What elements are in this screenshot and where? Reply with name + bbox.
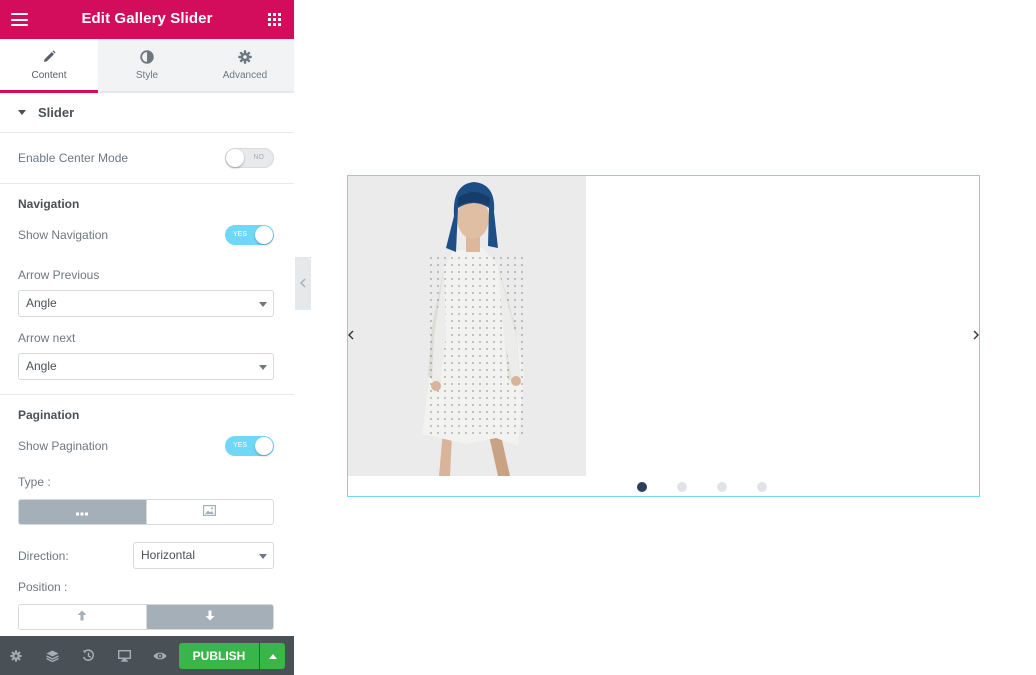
tab-content-label: Content: [31, 69, 67, 81]
show-pagination-switch-text: YES: [233, 442, 248, 449]
history-icon[interactable]: [73, 636, 103, 675]
control-center-mode: Enable Center Mode NO: [0, 133, 294, 183]
hamburger-icon[interactable]: [0, 0, 38, 39]
chevron-down-icon: [259, 365, 267, 370]
switch-knob: [255, 226, 273, 244]
panel-tabs: Content Style Advanced: [0, 39, 294, 93]
control-direction: Direction: Horizontal: [0, 541, 294, 570]
arrow-up-icon: [77, 608, 87, 626]
editor-panel: Edit Gallery Slider Content Style Advanc…: [0, 0, 294, 675]
show-navigation-switch[interactable]: YES: [225, 225, 274, 245]
position-top-option[interactable]: [19, 605, 146, 629]
publish-options-button[interactable]: [260, 643, 285, 669]
arrow-down-icon: [205, 608, 215, 626]
slider-prev-arrow[interactable]: [346, 328, 356, 342]
arrow-next-label-row: Arrow next: [0, 317, 294, 347]
show-navigation-label: Show Navigation: [18, 228, 109, 242]
type-dots-option[interactable]: [19, 500, 146, 524]
image-icon: [203, 503, 217, 521]
arrow-next-wrap: Angle: [0, 353, 294, 380]
gallery-slider: [347, 175, 980, 497]
position-label-row: Position :: [0, 570, 294, 596]
pencil-icon: [41, 49, 57, 65]
center-mode-label: Enable Center Mode: [18, 151, 129, 165]
tab-advanced[interactable]: Advanced: [196, 39, 294, 93]
responsive-icon[interactable]: [109, 636, 139, 675]
pagination-position-choices: [18, 604, 274, 630]
slider-pagination: [348, 482, 979, 492]
switch-knob: [255, 437, 273, 455]
caret-up-icon: [268, 653, 277, 659]
publish-button[interactable]: PUBLISH: [179, 643, 259, 669]
navigation-heading-text: Navigation: [18, 197, 80, 211]
gear-icon: [237, 49, 253, 65]
settings-icon[interactable]: [1, 636, 31, 675]
control-show-navigation: Show Navigation YES: [0, 224, 294, 246]
center-mode-switch[interactable]: NO: [225, 148, 274, 168]
layers-icon[interactable]: [37, 636, 67, 675]
direction-select[interactable]: Horizontal: [133, 542, 274, 569]
dots-icon: [76, 503, 89, 521]
show-pagination-switch[interactable]: YES: [225, 436, 274, 456]
type-image-option[interactable]: [145, 500, 273, 524]
arrow-previous-select[interactable]: Angle: [18, 290, 274, 317]
position-label: Position :: [18, 580, 68, 594]
arrow-next-value: Angle: [26, 359, 57, 373]
direction-label: Direction:: [18, 548, 69, 563]
tab-content[interactable]: Content: [0, 39, 98, 93]
pagination-dot[interactable]: [757, 482, 767, 492]
arrow-previous-value: Angle: [26, 296, 57, 310]
grid-icon[interactable]: [254, 0, 294, 39]
center-mode-switch-text: NO: [253, 154, 265, 161]
chevron-down-icon: [259, 302, 267, 307]
pagination-type-choices: [18, 499, 274, 525]
panel-title: Edit Gallery Slider: [81, 10, 213, 27]
pagination-dot[interactable]: [677, 482, 687, 492]
arrow-previous-label-row: Arrow Previous: [0, 246, 294, 286]
type-choices-wrap: [0, 499, 294, 525]
chevron-down-icon: [259, 554, 267, 559]
position-bottom-option[interactable]: [145, 605, 273, 629]
show-pagination-label: Show Pagination: [18, 439, 109, 453]
direction-value: Horizontal: [141, 548, 196, 562]
control-show-pagination: Show Pagination YES: [0, 435, 294, 457]
chevron-left-icon: [299, 275, 306, 293]
preview-icon[interactable]: [145, 636, 175, 675]
arrow-previous-label: Arrow Previous: [18, 268, 100, 282]
type-label-row: Type :: [0, 457, 294, 491]
pagination-heading-text: Pagination: [18, 408, 80, 422]
arrow-next-select[interactable]: Angle: [18, 353, 274, 380]
panel-header: Edit Gallery Slider: [0, 0, 294, 39]
show-navigation-switch-text: YES: [233, 231, 248, 238]
pagination-heading: Pagination: [0, 395, 294, 435]
pagination-dot[interactable]: [637, 482, 647, 492]
tab-style-label: Style: [135, 70, 159, 81]
section-title: Slider: [38, 105, 75, 120]
contrast-icon: [139, 49, 155, 65]
arrow-previous-wrap: Angle: [0, 290, 294, 317]
position-choices-wrap: [0, 604, 294, 630]
pagination-dot[interactable]: [717, 482, 727, 492]
switch-knob: [226, 149, 244, 167]
controls-area: Slider Enable Center Mode NO Navigation …: [0, 93, 294, 636]
tab-advanced-label: Advanced: [222, 70, 268, 81]
tab-style[interactable]: Style: [98, 39, 196, 93]
panel-footer: PUBLISH: [0, 636, 294, 675]
slider-next-arrow[interactable]: [971, 328, 981, 342]
arrow-next-label: Arrow next: [18, 331, 76, 345]
type-label: Type :: [18, 475, 51, 489]
navigation-heading: Navigation: [0, 184, 294, 224]
collapse-panel-button[interactable]: [295, 257, 311, 310]
section-slider-toggle[interactable]: Slider: [0, 93, 294, 133]
caret-down-icon: [18, 110, 26, 115]
slide-image: [348, 176, 586, 476]
